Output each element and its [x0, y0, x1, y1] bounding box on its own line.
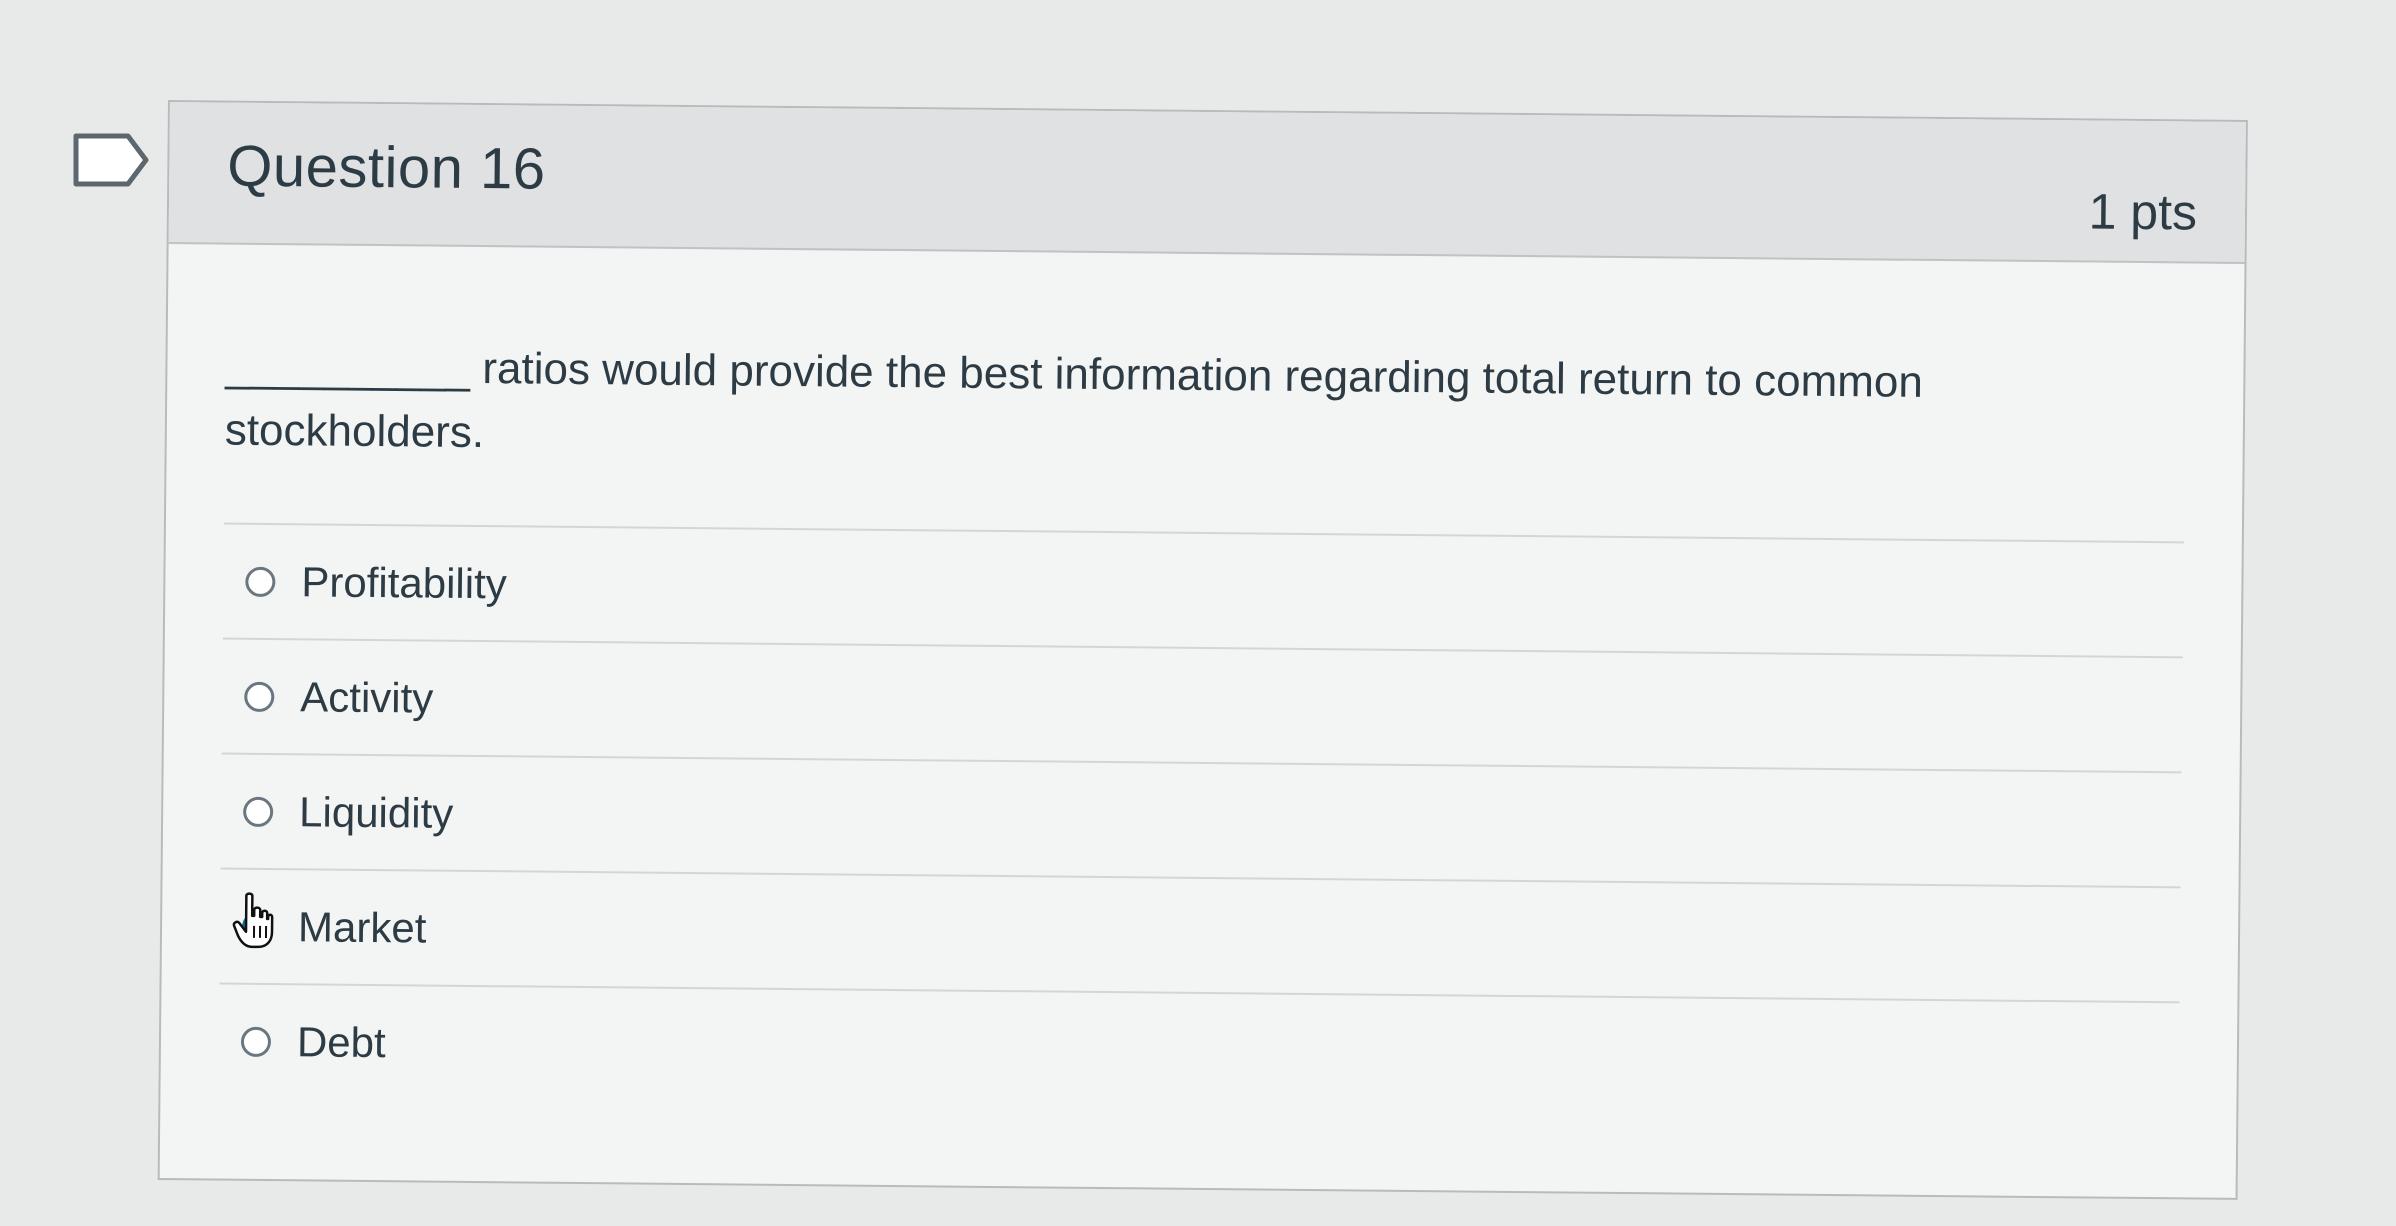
- answer-label[interactable]: Liquidity: [299, 788, 454, 837]
- bookmark-flag-icon[interactable]: [72, 132, 152, 188]
- question-header: Question 16 1 pts: [168, 102, 2246, 264]
- answer-option[interactable]: Profitability: [222, 522, 2184, 657]
- answer-option[interactable]: Market: [219, 867, 2181, 1002]
- answer-option[interactable]: Liquidity: [220, 752, 2182, 887]
- hand-pointer-cursor-icon: [232, 892, 274, 949]
- question-card: Question 16 1 pts __________ ratios woul…: [157, 100, 2248, 1200]
- answer-option[interactable]: Debt: [218, 982, 2180, 1117]
- answer-label[interactable]: Debt: [297, 1018, 386, 1067]
- question-title: Question 16: [227, 133, 546, 202]
- radio-button[interactable]: [245, 566, 276, 597]
- question-text: __________ ratios would provide the best…: [224, 341, 1924, 458]
- question-body: __________ ratios would provide the best…: [160, 244, 2244, 1117]
- radio-button[interactable]: [240, 1026, 272, 1057]
- radio-button[interactable]: [243, 796, 274, 827]
- radio-button[interactable]: [244, 681, 275, 712]
- question-points: 1 pts: [2088, 183, 2198, 241]
- answer-label[interactable]: Profitability: [301, 558, 507, 608]
- answer-label[interactable]: Activity: [300, 673, 433, 722]
- answer-label[interactable]: Market: [298, 903, 427, 952]
- answer-option[interactable]: Activity: [221, 637, 2183, 772]
- answer-list: Profitability Activity Liquidity Market: [218, 522, 2184, 1117]
